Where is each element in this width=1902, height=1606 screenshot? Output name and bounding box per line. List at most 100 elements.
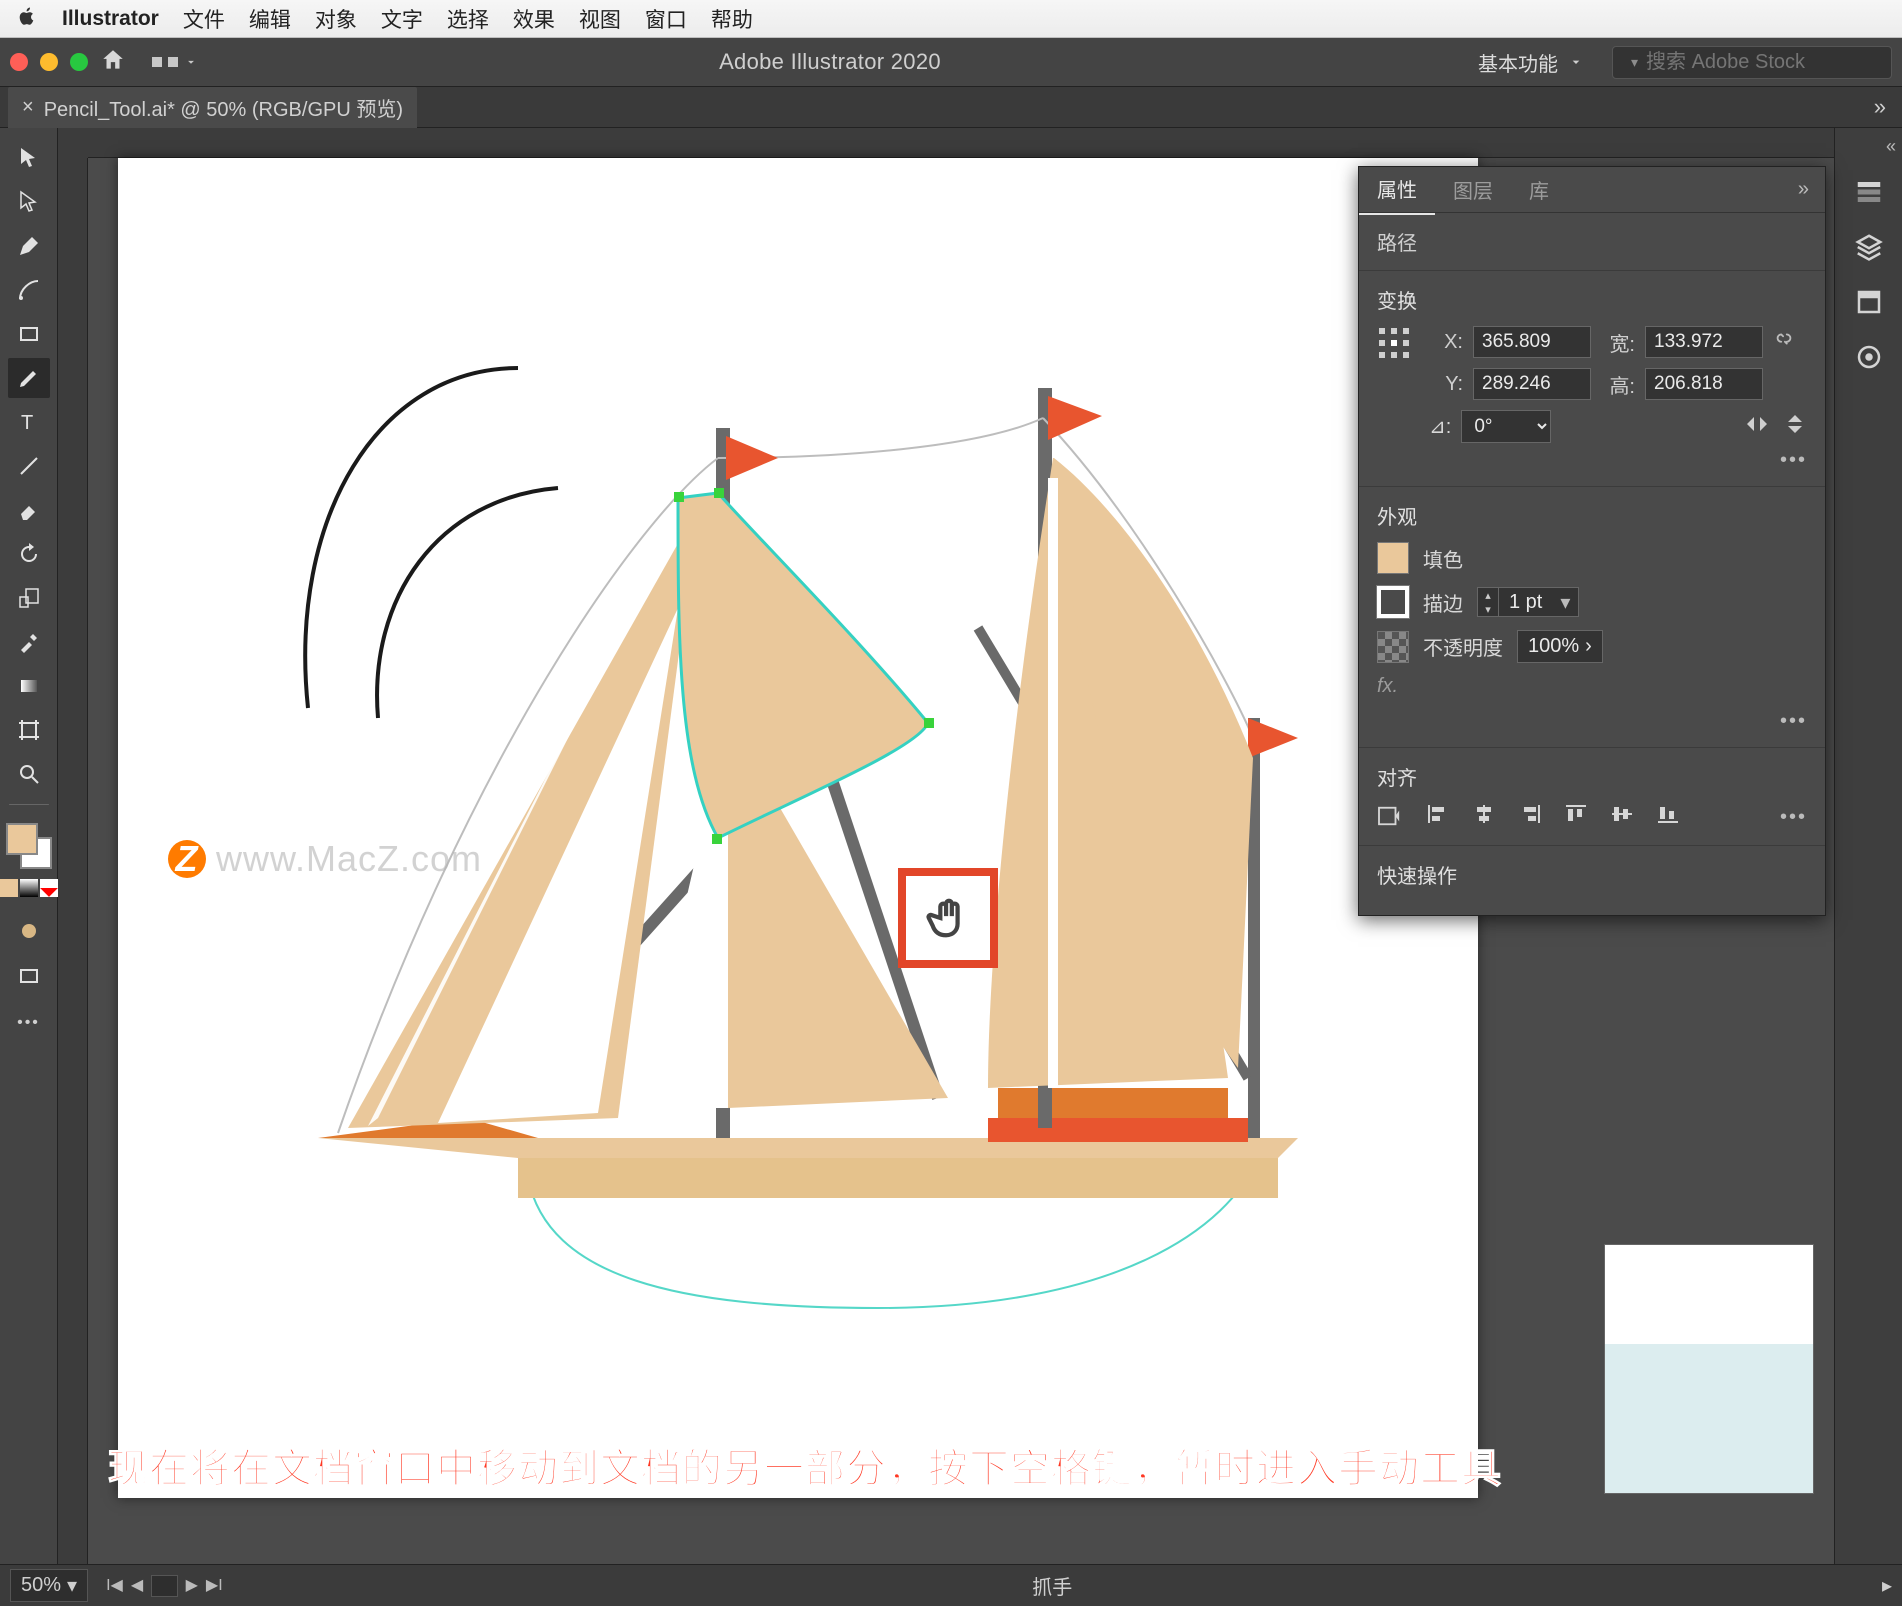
flip-horizontal-button[interactable]: [1745, 414, 1769, 440]
menu-view[interactable]: 视图: [579, 4, 621, 34]
tab-close-icon[interactable]: ×: [22, 96, 34, 119]
align-more-button[interactable]: •••: [1780, 806, 1807, 829]
menu-effect[interactable]: 效果: [513, 4, 555, 34]
ruler-horizontal[interactable]: [88, 128, 1834, 158]
arrange-documents-button[interactable]: [152, 55, 198, 69]
angle-select[interactable]: 0°: [1461, 410, 1551, 443]
edit-toolbar-button[interactable]: •••: [8, 1003, 50, 1043]
dock-collapse-button[interactable]: «: [1886, 136, 1896, 157]
menu-window[interactable]: 窗口: [645, 4, 687, 34]
opacity-value-box[interactable]: 100% ›: [1517, 630, 1603, 663]
app-name[interactable]: Illustrator: [62, 7, 159, 31]
zoom-level-select[interactable]: 50%▾: [10, 1569, 88, 1602]
eyedropper-tool[interactable]: [8, 622, 50, 662]
zoom-tool[interactable]: [8, 754, 50, 794]
scale-tool[interactable]: [8, 578, 50, 618]
rectangle-tool[interactable]: [8, 314, 50, 354]
opacity-value: 100%: [1528, 635, 1579, 658]
stock-search-input[interactable]: [1646, 51, 1902, 74]
appearance-more-button[interactable]: •••: [1780, 710, 1807, 732]
tab-layers[interactable]: 图层: [1435, 165, 1511, 214]
tool-separator: [9, 804, 49, 805]
align-to-button[interactable]: [1377, 805, 1405, 829]
stock-search[interactable]: ▾: [1612, 46, 1892, 79]
line-tool[interactable]: [8, 446, 50, 486]
y-input[interactable]: [1473, 368, 1591, 400]
gradient-tool[interactable]: [8, 666, 50, 706]
flip-vertical-button[interactable]: [1783, 414, 1807, 440]
opacity-swatch[interactable]: [1377, 631, 1409, 663]
layers-panel-icon[interactable]: [1854, 232, 1884, 267]
pen-tool[interactable]: [8, 226, 50, 266]
artboard-nav: I◀ ◀ ▶ ▶I: [106, 1575, 223, 1597]
tab-libraries[interactable]: 库: [1511, 165, 1567, 214]
stroke-weight-stepper[interactable]: ▴▾ 1 pt ▾: [1477, 587, 1579, 617]
document-tabbar: × Pencil_Tool.ai* @ 50% (RGB/GPU 预览) »: [0, 86, 1902, 128]
opacity-label[interactable]: 不透明度: [1423, 632, 1503, 661]
artboard[interactable]: Zwww.MacZ.com: [118, 158, 1478, 1498]
draw-mode-button[interactable]: [8, 911, 50, 951]
hand-tool-indicator: [898, 868, 998, 968]
menu-file[interactable]: 文件: [183, 4, 225, 34]
window-zoom-button[interactable]: [70, 53, 88, 71]
type-tool[interactable]: T: [8, 402, 50, 442]
tabbar-expand-button[interactable]: »: [1866, 94, 1894, 120]
eraser-tool[interactable]: [8, 490, 50, 530]
align-bottom-button[interactable]: [1655, 803, 1681, 831]
window-close-button[interactable]: [10, 53, 28, 71]
fill-stroke-swatch[interactable]: [6, 823, 52, 869]
height-input[interactable]: [1645, 368, 1763, 400]
menu-edit[interactable]: 编辑: [249, 4, 291, 34]
status-dropdown[interactable]: ▸: [1882, 1573, 1892, 1598]
transform-more-button[interactable]: •••: [1780, 449, 1807, 471]
fx-label[interactable]: fx.: [1377, 675, 1398, 698]
curvature-tool[interactable]: [8, 270, 50, 310]
align-vcenter-button[interactable]: [1609, 803, 1635, 831]
ruler-vertical[interactable]: [58, 158, 88, 1564]
menu-object[interactable]: 对象: [315, 4, 357, 34]
libraries-panel-icon[interactable]: [1854, 287, 1884, 322]
panel-collapse-button[interactable]: »: [1784, 178, 1825, 201]
prev-artboard-button[interactable]: ◀: [131, 1575, 143, 1597]
apple-icon[interactable]: [16, 5, 38, 33]
reference-point-widget[interactable]: [1377, 326, 1411, 366]
color-mode-swatches[interactable]: [0, 879, 58, 897]
width-input[interactable]: [1645, 326, 1763, 358]
x-label: X:: [1429, 331, 1463, 354]
fill-label[interactable]: 填色: [1423, 544, 1463, 573]
stroke-label[interactable]: 描边: [1423, 588, 1463, 617]
stroke-weight-dropdown[interactable]: ▾: [1552, 590, 1578, 615]
align-top-button[interactable]: [1563, 803, 1589, 831]
menu-help[interactable]: 帮助: [711, 4, 753, 34]
properties-panel[interactable]: 属性 图层 库 » 路径 变换 X: 宽:: [1358, 166, 1826, 916]
selection-tool[interactable]: [8, 138, 50, 178]
align-hcenter-button[interactable]: [1471, 803, 1497, 831]
workspace-switcher[interactable]: 基本功能: [1462, 48, 1600, 77]
screen-mode-button[interactable]: [8, 957, 50, 997]
properties-panel-icon[interactable]: [1854, 177, 1884, 212]
first-artboard-button[interactable]: I◀: [106, 1575, 123, 1597]
fill-swatch[interactable]: [1377, 542, 1409, 574]
stroke-swatch[interactable]: [1377, 586, 1409, 618]
h-label: 高:: [1601, 370, 1635, 399]
menu-type[interactable]: 文字: [381, 4, 423, 34]
pencil-tool[interactable]: [8, 358, 50, 398]
asset-export-panel-icon[interactable]: [1854, 342, 1884, 377]
window-minimize-button[interactable]: [40, 53, 58, 71]
align-left-button[interactable]: [1425, 803, 1451, 831]
menu-select[interactable]: 选择: [447, 4, 489, 34]
document-tab[interactable]: × Pencil_Tool.ai* @ 50% (RGB/GPU 预览): [8, 87, 417, 128]
constrain-proportions-button[interactable]: [1773, 328, 1795, 356]
home-icon[interactable]: [100, 47, 126, 78]
artboard-tool[interactable]: [8, 710, 50, 750]
x-input[interactable]: [1473, 326, 1591, 358]
artboard-number-field[interactable]: [151, 1575, 177, 1597]
rotate-tool[interactable]: [8, 534, 50, 574]
next-artboard-button[interactable]: ▶: [186, 1575, 198, 1597]
navigator-thumbnail[interactable]: [1604, 1244, 1814, 1494]
align-right-button[interactable]: [1517, 803, 1543, 831]
tab-properties[interactable]: 属性: [1359, 164, 1435, 215]
last-artboard-button[interactable]: ▶I: [206, 1575, 223, 1597]
direct-selection-tool[interactable]: [8, 182, 50, 222]
transform-heading: 变换: [1377, 285, 1807, 314]
